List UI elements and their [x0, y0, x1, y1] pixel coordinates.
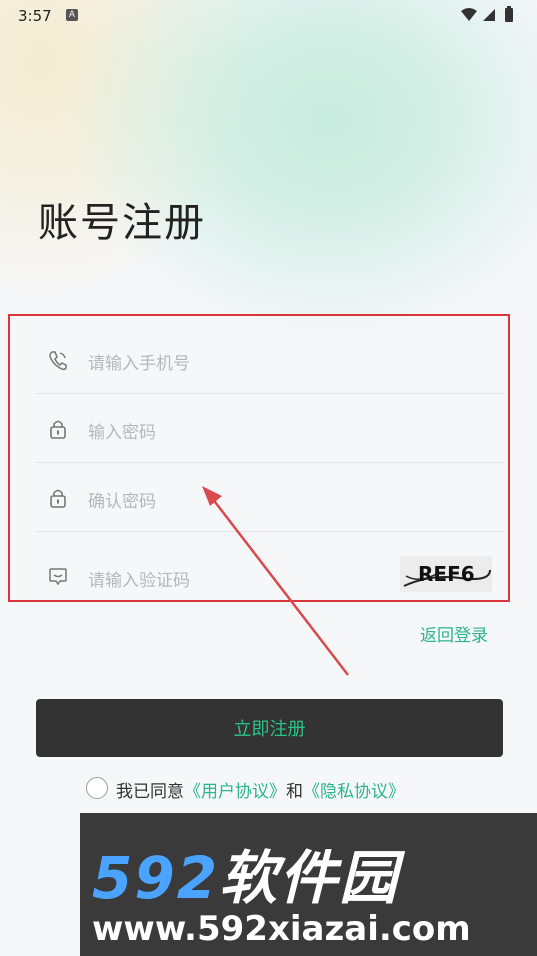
agreement-and: 和 [286, 782, 303, 802]
back-to-login-link[interactable]: 返回登录 [420, 621, 488, 646]
watermark-number: 592 [92, 844, 220, 912]
watermark-name: 软件园 [219, 844, 400, 912]
agreement-prefix: 我已同意 [116, 782, 184, 802]
agreement-text: 我已同意《用户协议》和《隐私协议》 [116, 777, 405, 802]
agree-radio[interactable] [86, 777, 108, 799]
privacy-policy-link[interactable]: 《隐私协议》 [303, 782, 405, 802]
watermark-url: www.592xiazai.com [92, 909, 471, 949]
register-button[interactable]: 立即注册 [36, 699, 503, 757]
user-agreement-link[interactable]: 《用户协议》 [184, 782, 286, 802]
register-button-label: 立即注册 [233, 719, 306, 740]
watermark: 592软件园 www.592xiazai.com [80, 813, 537, 956]
watermark-logo: 592软件园 [92, 831, 399, 915]
